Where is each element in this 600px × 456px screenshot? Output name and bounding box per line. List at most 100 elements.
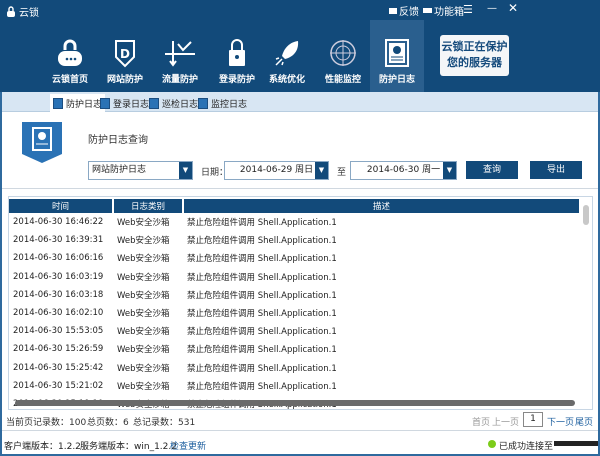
header: 云锁 反馈 功能箱 ☰ — ✕ 云锁首页 D 网站防护 流量防护 登录防护 系统优… bbox=[0, 0, 600, 92]
last-page-link[interactable]: 尾页 bbox=[575, 415, 593, 428]
description-cell: 禁止危险组件调用 Shell.Application.1 bbox=[187, 254, 337, 265]
description-cell: 禁止危险组件调用 Shell.Application.1 bbox=[187, 381, 337, 392]
vertical-scrollbar[interactable] bbox=[583, 205, 589, 225]
app-title: 云锁 bbox=[6, 4, 39, 19]
nav-label: 防护日志 bbox=[378, 75, 415, 85]
column-header-description[interactable]: 描述 bbox=[183, 199, 581, 213]
check-update-link[interactable]: 检查更新 bbox=[170, 439, 206, 452]
chevron-down-icon: ▼ bbox=[443, 162, 456, 179]
feedback-button[interactable]: 反馈 bbox=[389, 3, 419, 18]
nav-label: 登录防护 bbox=[218, 75, 255, 85]
log-shield-icon bbox=[22, 122, 62, 163]
minimize-button[interactable]: — bbox=[487, 3, 497, 14]
table-row[interactable]: 2014-06-30 16:03:18 Web安全沙箱 禁止危险组件调用 Shell… bbox=[9, 286, 580, 304]
category-cell: Web安全沙箱 bbox=[117, 345, 170, 356]
nav-label: 云锁首页 bbox=[51, 75, 88, 85]
prev-page-link[interactable]: 上一页 bbox=[492, 415, 519, 428]
time-cell: 2014-06-30 16:03:18 bbox=[13, 289, 104, 300]
subtab-monitor-log[interactable]: 监控日志 bbox=[195, 94, 250, 112]
first-page-link[interactable]: 首页 bbox=[472, 415, 490, 428]
nav-home[interactable]: 云锁首页 bbox=[43, 20, 97, 92]
shield-d-icon: D bbox=[115, 40, 135, 68]
query-title: 防护日志查询 bbox=[88, 135, 148, 146]
description-cell: 禁止危险组件调用 Shell.Application.1 bbox=[187, 345, 337, 356]
log-report-icon bbox=[385, 39, 409, 67]
horizontal-scrollbar[interactable] bbox=[15, 400, 575, 406]
table-row[interactable]: 2014-06-30 15:21:02 Web安全沙箱 禁止危险组件调用 Shell… bbox=[9, 377, 580, 395]
subtab-login-log[interactable]: 登录日志 bbox=[97, 94, 152, 112]
nav-traffic-protection[interactable]: 流量防护 bbox=[153, 20, 207, 92]
next-page-link[interactable]: 下一页 bbox=[547, 415, 574, 428]
column-header-time[interactable]: 时间 bbox=[9, 199, 114, 213]
description-cell: 禁止危险组件调用 Shell.Application.1 bbox=[187, 309, 337, 320]
table-row[interactable]: 2014-06-30 16:02:10 Web安全沙箱 禁止危险组件调用 Shell… bbox=[9, 304, 580, 322]
table-row[interactable]: 2014-06-30 15:26:59 Web安全沙箱 禁止危险组件调用 Shell… bbox=[9, 340, 580, 358]
protection-status-badge: 云锁正在保护 您的服务器 bbox=[440, 35, 509, 76]
time-cell: 2014-06-30 16:46:22 bbox=[13, 217, 104, 228]
category-cell: Web安全沙箱 bbox=[117, 290, 170, 301]
subtab-inspection-log[interactable]: 巡检日志 bbox=[146, 94, 201, 112]
protect-line2: 您的服务器 bbox=[447, 56, 502, 69]
log-table: 时间 日志类别 描述 2014-06-30 16:46:22 Web安全沙箱 禁止危… bbox=[8, 196, 593, 410]
rocket-icon bbox=[275, 41, 299, 66]
category-cell: Web安全沙箱 bbox=[117, 272, 170, 283]
category-cell: Web安全沙箱 bbox=[117, 254, 170, 265]
padlock-icon bbox=[229, 39, 245, 66]
table-row[interactable]: 2014-06-30 15:53:05 Web安全沙箱 禁止危险组件调用 Shell… bbox=[9, 322, 580, 340]
divider bbox=[2, 188, 598, 189]
current-page-records: 当前页记录数：100 bbox=[6, 418, 87, 428]
time-cell: 2014-06-30 16:39:31 bbox=[13, 235, 104, 246]
nav-label: 系统优化 bbox=[268, 75, 305, 85]
nav-protection-log[interactable]: 防护日志 bbox=[370, 20, 424, 92]
connection-status: 已成功连接至 bbox=[499, 442, 554, 452]
page-input[interactable]: 1 bbox=[523, 412, 543, 427]
description-cell: 禁止危险组件调用 Shell.Application.1 bbox=[187, 236, 337, 247]
table-row[interactable]: 2014-06-30 16:46:22 Web安全沙箱 禁止危险组件调用 Shell… bbox=[9, 213, 580, 231]
category-cell: Web安全沙箱 bbox=[117, 218, 170, 229]
nav-website-protection[interactable]: D 网站防护 bbox=[98, 20, 152, 92]
log-type-select[interactable]: 网站防护日志 ▼ bbox=[88, 161, 193, 180]
category-cell: Web安全沙箱 bbox=[117, 309, 170, 320]
table-row[interactable]: 2014-06-30 15:25:42 Web安全沙箱 禁止危险组件调用 Shell… bbox=[9, 359, 580, 377]
time-cell: 2014-06-30 16:06:16 bbox=[13, 253, 104, 264]
log-icon bbox=[53, 97, 63, 109]
nav-login-protection[interactable]: 登录防护 bbox=[210, 20, 264, 92]
description-cell: 禁止危险组件调用 Shell.Application.1 bbox=[187, 327, 337, 338]
nav-performance-monitor[interactable]: 性能监控 bbox=[316, 20, 370, 92]
redacted-server-address bbox=[554, 441, 598, 446]
search-button[interactable]: 查询 bbox=[466, 161, 518, 179]
toolbox-icon bbox=[423, 8, 432, 13]
toolbox-button[interactable]: 功能箱 bbox=[423, 3, 464, 18]
column-header-category[interactable]: 日志类别 bbox=[113, 199, 184, 213]
nav-label: 性能监控 bbox=[324, 75, 361, 85]
description-cell: 禁止危险组件调用 Shell.Application.1 bbox=[187, 272, 337, 283]
date-from-picker[interactable]: 2014-06-29 周日 ▼ bbox=[224, 161, 329, 180]
table-row[interactable]: 2014-06-30 16:06:16 Web安全沙箱 禁止危险组件调用 Shell… bbox=[9, 249, 580, 267]
subtab-label: 登录日志 bbox=[113, 99, 150, 110]
total-pages: 总页数：6 bbox=[87, 418, 129, 428]
log-icon bbox=[198, 97, 208, 109]
time-cell: 2014-06-30 15:26:59 bbox=[13, 344, 104, 355]
table-row[interactable]: 2014-06-30 16:39:31 Web安全沙箱 禁止危险组件调用 Shell… bbox=[9, 231, 580, 249]
cloud-lock-icon bbox=[58, 39, 82, 66]
app-title-text: 云锁 bbox=[19, 8, 39, 19]
protect-line1: 云锁正在保护 bbox=[441, 40, 508, 53]
time-cell: 2014-06-30 16:02:10 bbox=[13, 308, 104, 319]
description-cell: 禁止危险组件调用 Shell.Application.1 bbox=[187, 218, 337, 229]
connected-status-icon bbox=[488, 440, 496, 448]
close-button[interactable]: ✕ bbox=[508, 1, 518, 15]
category-cell: Web安全沙箱 bbox=[117, 381, 170, 392]
server-version: 服务端版本：win_1.2.2 bbox=[80, 442, 177, 452]
export-button[interactable]: 导出 bbox=[530, 161, 582, 179]
log-icon bbox=[149, 97, 159, 109]
category-cell: Web安全沙箱 bbox=[117, 236, 170, 247]
nav-system-optimize[interactable]: 系统优化 bbox=[260, 20, 314, 92]
total-records: 总记录数：531 bbox=[133, 418, 196, 428]
radar-icon bbox=[330, 40, 356, 66]
table-row[interactable]: 2014-06-30 16:03:19 Web安全沙箱 禁止危险组件调用 Shell… bbox=[9, 268, 580, 286]
date-to-picker[interactable]: 2014-06-30 周一 ▼ bbox=[350, 161, 457, 180]
nav-label: 网站防护 bbox=[106, 75, 143, 85]
time-cell: 2014-06-30 15:53:05 bbox=[13, 326, 104, 337]
menu-icon[interactable]: ☰ bbox=[463, 3, 473, 16]
subtab-label: 巡检日志 bbox=[162, 99, 199, 110]
